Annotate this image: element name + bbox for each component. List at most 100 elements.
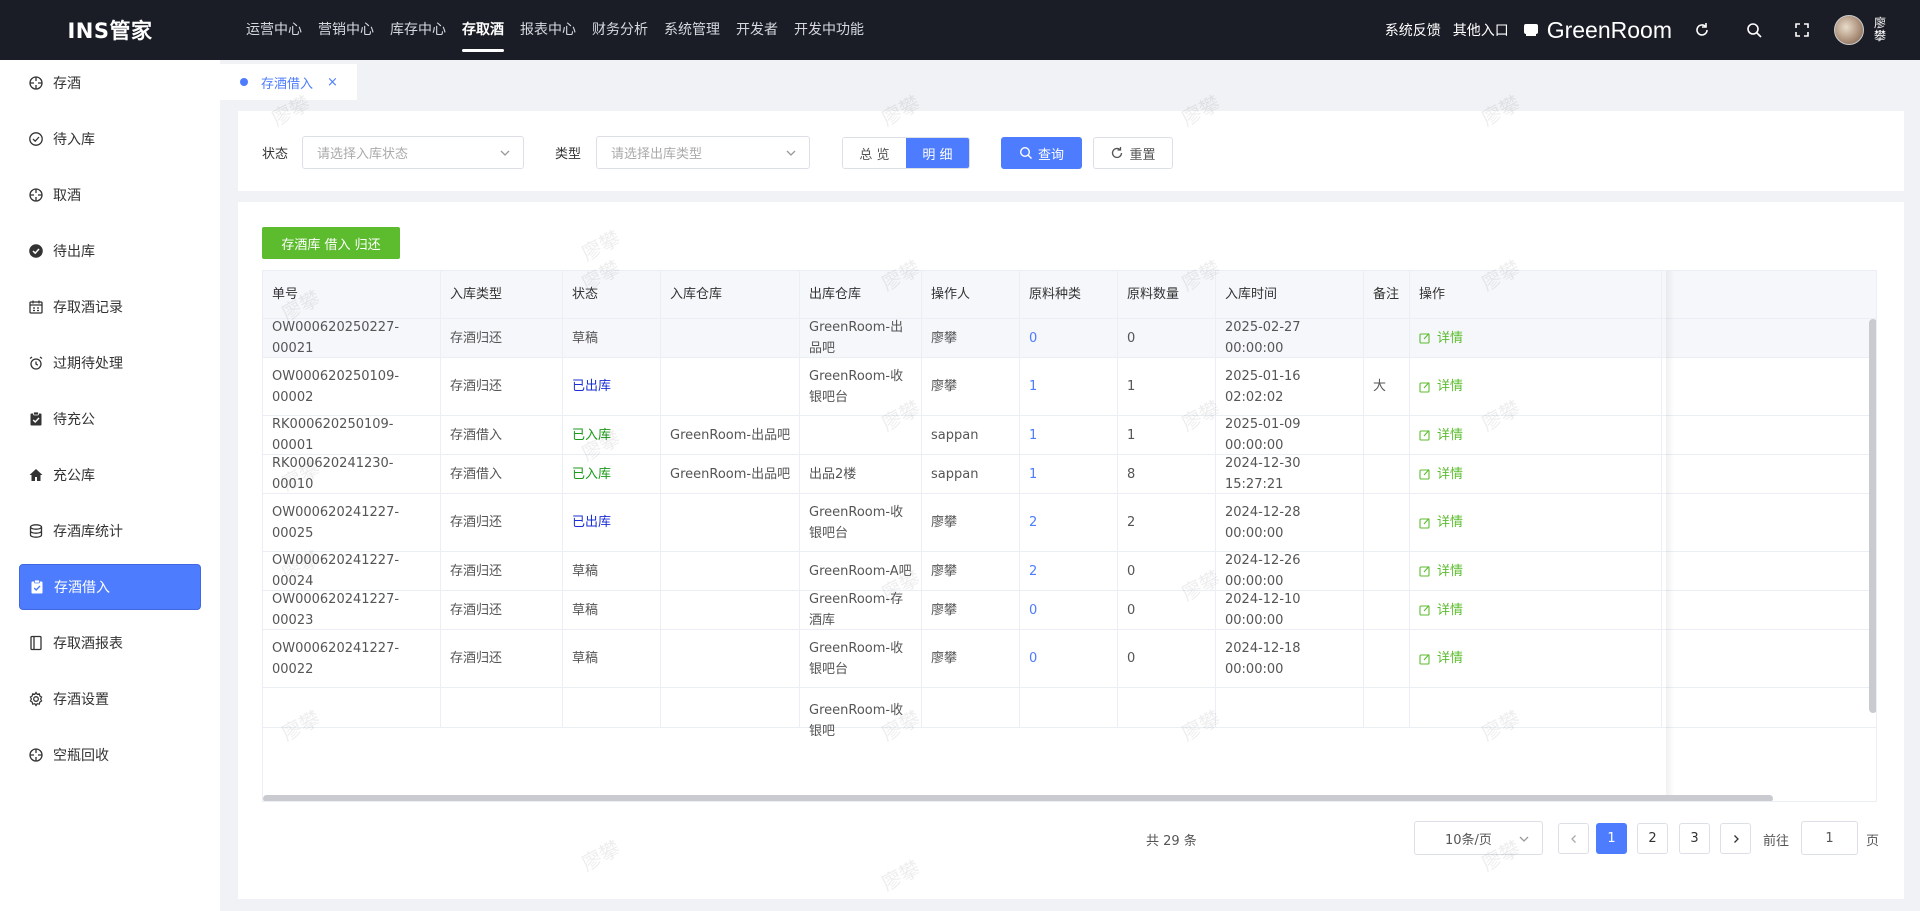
- cell-text: 出品2楼: [809, 466, 857, 482]
- sidebar-item[interactable]: 存酒: [19, 60, 201, 106]
- app-logo[interactable]: INS管家: [0, 15, 220, 45]
- detail-link[interactable]: 详情: [1410, 319, 1662, 357]
- sidebar-item[interactable]: 存取酒报表: [19, 620, 201, 666]
- close-icon[interactable]: ×: [327, 75, 338, 90]
- page-1-button[interactable]: 1: [1596, 823, 1627, 854]
- detail-link[interactable]: 详情: [1410, 591, 1662, 629]
- horizontal-scrollbar[interactable]: [263, 795, 1773, 801]
- edit-icon: [1419, 566, 1430, 577]
- table-cell-kinds[interactable]: 1: [1020, 455, 1118, 493]
- top-nav-item[interactable]: 系统管理: [664, 0, 720, 60]
- table-row[interactable]: OW000620241227-00022 存酒归还 草稿 GreenRoom-收银吧台…: [263, 630, 1876, 688]
- detail-link[interactable]: 详情: [1410, 358, 1662, 415]
- store-switcher[interactable]: GreenRoom: [1523, 17, 1672, 44]
- detail-link[interactable]: 详情: [1410, 455, 1662, 493]
- top-nav-item[interactable]: 运营中心: [246, 0, 302, 60]
- clipboard-check-icon: [28, 411, 44, 427]
- table-cell-kinds[interactable]: 2: [1020, 552, 1118, 590]
- top-nav-item[interactable]: 财务分析: [592, 0, 648, 60]
- table-cell-in-wh: [661, 319, 800, 357]
- sidebar-item[interactable]: 存取酒记录: [19, 284, 201, 330]
- top-nav-item[interactable]: 存取酒: [462, 0, 504, 60]
- avatar[interactable]: [1834, 15, 1864, 45]
- refresh-icon[interactable]: [1692, 20, 1712, 40]
- top-nav-item[interactable]: 营销中心: [318, 0, 374, 60]
- table-row[interactable]: OW000620250227-00021 存酒归还 草稿 GreenRoom-出品吧 廖…: [263, 319, 1876, 358]
- sidebar-item[interactable]: 存酒设置: [19, 676, 201, 722]
- sidebar-item[interactable]: 存酒借入: [19, 564, 201, 610]
- detail-link[interactable]: 详情: [1410, 494, 1662, 551]
- table-cell-no: OW000620241227-00023: [263, 591, 441, 629]
- column-header: 原料数量: [1118, 271, 1216, 319]
- edit-icon: [1419, 469, 1430, 480]
- table-cell-kinds[interactable]: 0: [1020, 319, 1118, 357]
- column-header: 原料种类: [1020, 271, 1118, 319]
- sidebar-item[interactable]: 空瓶回收: [19, 732, 201, 778]
- top-nav-item[interactable]: 报表中心: [520, 0, 576, 60]
- table-cell-kinds[interactable]: 1: [1020, 358, 1118, 415]
- cell-text: GreenRoom-收银吧台: [809, 640, 904, 677]
- cell-text: 2024-12-26 00:00:00: [1225, 553, 1301, 589]
- sidebar-item-label: 存酒: [53, 76, 81, 92]
- reset-button[interactable]: 重置: [1093, 137, 1173, 169]
- user-name[interactable]: 廖攀: [1874, 17, 1888, 43]
- table-cell-kinds[interactable]: 0: [1020, 630, 1118, 687]
- query-button[interactable]: 查询: [1001, 137, 1082, 169]
- page-size-select[interactable]: 10条/页: [1414, 821, 1543, 855]
- cell-text: GreenRoom-收银吧台: [809, 504, 904, 541]
- top-nav-item[interactable]: 开发者: [736, 0, 778, 60]
- sidebar-item[interactable]: 充公库: [19, 452, 201, 498]
- table-cell-in-wh: [661, 494, 800, 551]
- tab-borrow[interactable]: 存酒借入 ×: [220, 64, 357, 100]
- overview-button[interactable]: 总 览: [843, 138, 906, 168]
- detail-link[interactable]: 详情: [1410, 416, 1662, 454]
- table-row[interactable]: OW000620250109-00002 存酒归还 已出库 GreenRoom-收银吧…: [263, 358, 1876, 416]
- table-cell-kinds[interactable]: [1020, 688, 1118, 727]
- sidebar-item[interactable]: 待入库: [19, 116, 201, 162]
- cell-text: OW000620250109-00002: [272, 368, 400, 405]
- header-actions: 系统反馈 其他入口 GreenRoom 廖攀: [1385, 0, 1920, 60]
- feedback-link[interactable]: 系统反馈: [1385, 20, 1441, 40]
- prev-page-button[interactable]: [1558, 823, 1589, 854]
- search-icon[interactable]: [1744, 20, 1764, 40]
- fullscreen-icon[interactable]: [1792, 20, 1812, 40]
- detail-link[interactable]: 详情: [1410, 630, 1662, 687]
- table-row[interactable]: RK000620241230-00010 存酒借入 已入库 GreenRoom-出品吧…: [263, 455, 1876, 494]
- database-icon: [28, 523, 44, 539]
- table-cell-kinds[interactable]: 0: [1020, 591, 1118, 629]
- table-row[interactable]: OW000620241227-00025 存酒归还 已出库 GreenRoom-收银吧…: [263, 494, 1876, 552]
- sidebar-item-label: 待充公: [53, 412, 95, 428]
- sidebar-item[interactable]: 过期待处理: [19, 340, 201, 386]
- status-select[interactable]: 请选择入库状态: [302, 136, 524, 169]
- table-cell-out-wh: [800, 416, 922, 454]
- detail-button[interactable]: 明 细: [906, 138, 969, 168]
- goto-page-input[interactable]: 1: [1801, 821, 1858, 855]
- crosshair-icon: [28, 75, 44, 91]
- table-cell-time: 2024-12-30 15:27:21: [1216, 455, 1364, 493]
- other-entry-link[interactable]: 其他入口: [1453, 20, 1509, 40]
- table-cell-kinds[interactable]: 1: [1020, 416, 1118, 454]
- next-page-button[interactable]: [1720, 823, 1751, 854]
- table-cell-kinds[interactable]: 2: [1020, 494, 1118, 551]
- vertical-scrollbar[interactable]: [1869, 319, 1876, 713]
- page-2-button[interactable]: 2: [1637, 823, 1668, 854]
- sidebar-item[interactable]: 取酒: [19, 172, 201, 218]
- type-select[interactable]: 请选择出库类型: [596, 136, 810, 169]
- table-row[interactable]: OW000620241227-00023 存酒归还 草稿 GreenRoom-存酒库 廖…: [263, 591, 1876, 630]
- sidebar-item[interactable]: 待出库: [19, 228, 201, 274]
- cell-text: sappan: [931, 466, 979, 482]
- top-nav-item[interactable]: 开发中功能: [794, 0, 864, 60]
- table-cell-no: OW000620241227-00022: [263, 630, 441, 687]
- borrow-return-button[interactable]: 存酒库 借入 归还: [262, 227, 400, 259]
- table-cell-out-wh: 出品2楼: [800, 455, 922, 493]
- page-3-button[interactable]: 3: [1679, 823, 1710, 854]
- top-nav-item[interactable]: 库存中心: [390, 0, 446, 60]
- table-row[interactable]: RK000620250109-00001 存酒借入 已入库 GreenRoom-出品吧…: [263, 416, 1876, 455]
- table-row[interactable]: GreenRoom-收银吧: [263, 688, 1876, 739]
- table-cell-status: 已入库: [563, 455, 661, 493]
- sidebar-item[interactable]: 存酒库统计: [19, 508, 201, 554]
- sidebar-item-label: 存酒库统计: [53, 524, 123, 540]
- detail-link[interactable]: 详情: [1410, 552, 1662, 590]
- sidebar-item[interactable]: 待充公: [19, 396, 201, 442]
- table-row[interactable]: OW000620241227-00024 存酒归还 草稿 GreenRoom-A吧 廖攀…: [263, 552, 1876, 591]
